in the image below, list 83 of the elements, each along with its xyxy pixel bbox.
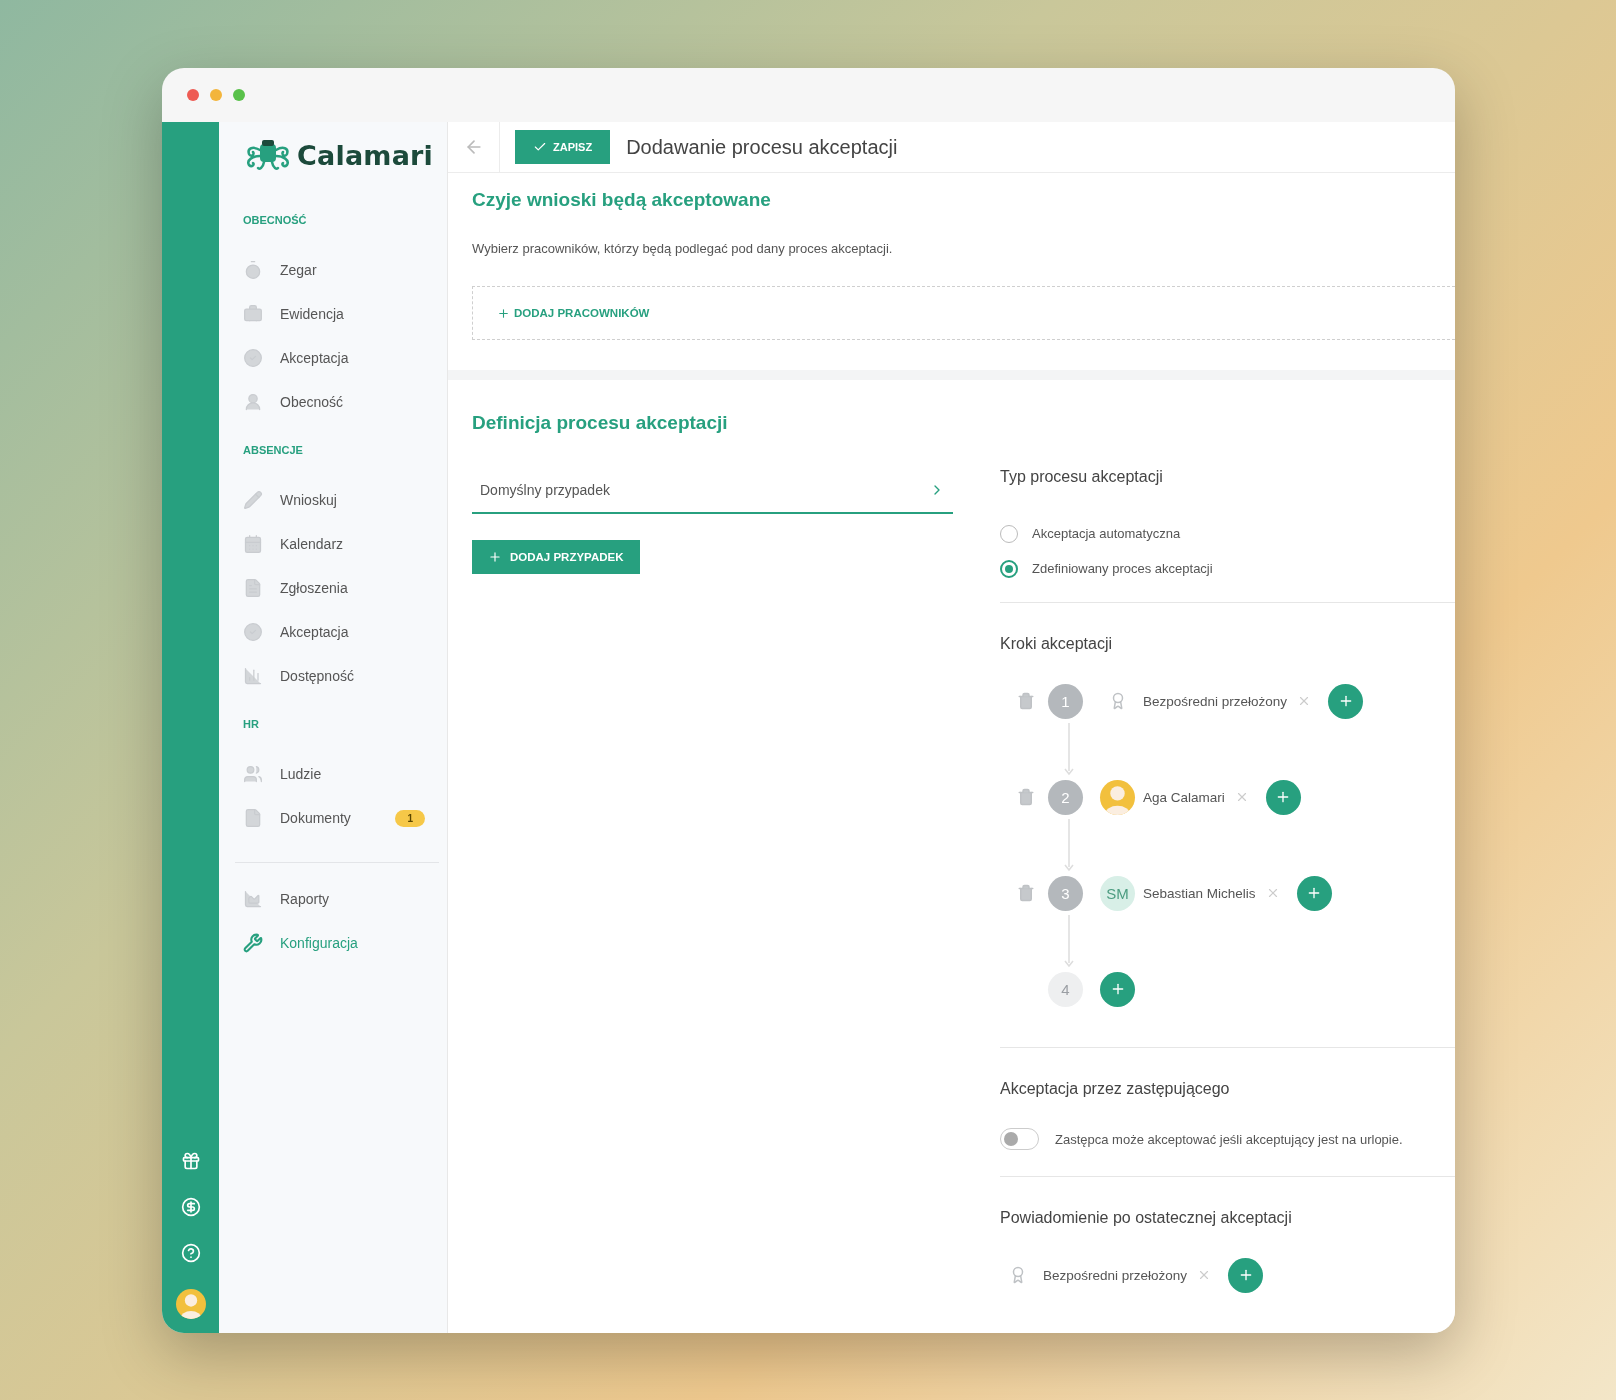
step-number: 2 [1048, 779, 1083, 815]
section-heading: HR [243, 718, 260, 730]
radio-button[interactable] [1000, 559, 1018, 578]
subsection-title: Powiadomienie po ostatecznej akceptacji [1000, 1209, 1293, 1227]
sidebar-item[interactable]: Dostępność [243, 654, 425, 698]
sidebar-label: Zgłoszenia [280, 580, 349, 596]
sidebar-label: Konfiguracja [280, 935, 359, 951]
sidebar-label: Akceptacja [280, 350, 350, 366]
gift-icon[interactable] [180, 1151, 201, 1171]
section-heading: ABSENCJE [243, 444, 304, 456]
page-title: Dodawanie procesu akceptacji [626, 135, 898, 159]
area-chart-icon [243, 889, 263, 909]
sidebar-label: Akceptacja [280, 624, 350, 640]
sidebar-item[interactable]: Raporty [243, 877, 425, 921]
user-avatar[interactable] [175, 1289, 206, 1319]
subsection-title: Kroki akceptacji [1000, 635, 1114, 653]
add-approver-button[interactable] [1328, 683, 1364, 719]
radio-button[interactable] [1000, 524, 1018, 543]
case-selector[interactable]: Domyślny przypadek [472, 468, 953, 514]
sidebar-item[interactable]: Zegar [243, 248, 425, 292]
section-description: Wybierz pracowników, którzy będą podlegać pod dany proces akceptacji. [472, 241, 894, 256]
sidebar-item[interactable]: Obecność [243, 380, 425, 424]
toggle-label: Zastępca może akceptować jeśli akceptujący jest na urlopie. [1055, 1131, 1403, 1147]
minimize-dot[interactable] [210, 89, 222, 101]
radio-option[interactable]: Akceptacja automatyczna [1000, 516, 1455, 551]
avatar [1100, 779, 1135, 815]
plus-icon [497, 306, 510, 320]
wrench-icon [243, 933, 263, 953]
sidebar-label: Obecność [280, 394, 345, 410]
sidebar-label: Raporty [280, 891, 331, 907]
sidebar-label: Dostępność [280, 668, 355, 684]
people-icon [243, 764, 263, 784]
sidebar-label: Wnioskuj [280, 492, 338, 508]
approver-name: Bezpośredni przełożony [1043, 1267, 1188, 1283]
person-icon [243, 392, 263, 412]
add-recipient-button[interactable] [1228, 1257, 1264, 1293]
sidebar-label: Kalendarz [280, 536, 345, 552]
sidebar-item[interactable]: Dokumenty 1 [243, 796, 425, 840]
approver-name: Aga Calamari [1143, 789, 1225, 805]
sidebar-label: Zegar [280, 262, 318, 278]
close-dot[interactable] [187, 89, 199, 101]
sidebar-item[interactable]: Ewidencja [243, 292, 425, 336]
sidebar-label: Ewidencja [280, 306, 345, 322]
document-icon [243, 578, 263, 598]
add-approver-button[interactable] [1296, 875, 1332, 911]
maximize-dot[interactable] [233, 89, 245, 101]
plus-icon [488, 550, 502, 564]
check-icon [533, 140, 547, 154]
sidebar-item[interactable]: Kalendarz [243, 522, 425, 566]
help-icon[interactable] [180, 1243, 201, 1263]
sidebar-item[interactable]: Zgłoszenia [243, 566, 425, 610]
check-circle-icon [243, 348, 263, 368]
radio-option[interactable]: Zdefiniowany proces akceptacji [1000, 551, 1455, 586]
subsection-title: Typ procesu akceptacji [1000, 468, 1164, 486]
sidebar-item[interactable]: Wnioskuj [243, 478, 425, 522]
sidebar-item[interactable]: Akceptacja [243, 336, 425, 380]
file-icon [243, 808, 263, 828]
subsection-title: Akceptacja przez zastępującego [1000, 1080, 1231, 1098]
add-approver-button[interactable] [1100, 971, 1135, 1007]
calendar-icon [243, 534, 263, 554]
add-approver-button[interactable] [1265, 779, 1301, 815]
bar-chart-icon [243, 666, 263, 686]
step-number: 3 [1048, 875, 1083, 911]
coins-icon[interactable] [180, 1197, 201, 1217]
avatar-initials: SM [1100, 875, 1135, 911]
briefcase-icon [243, 304, 263, 324]
count-badge: 1 [395, 809, 425, 827]
sidebar-item[interactable]: Ludzie [243, 752, 425, 796]
sidebar-label: Ludzie [280, 766, 323, 782]
sidebar-item[interactable]: Akceptacja [243, 610, 425, 654]
check-circle-icon [243, 622, 263, 642]
sidebar-label: Dokumenty [280, 810, 352, 826]
step-number: 4 [1048, 971, 1083, 1007]
section-title: Definicja procesu akceptacji [472, 412, 729, 434]
pencil-icon [243, 490, 263, 510]
section-heading: OBECNOŚĆ [243, 214, 308, 226]
timer-icon [243, 260, 263, 280]
logo-text: Calamari [297, 139, 434, 171]
section-title: Czyje wnioski będą akceptowane [472, 189, 772, 211]
approver-name: Sebastian Michelis [1143, 885, 1256, 901]
toggle-switch[interactable] [1000, 1128, 1039, 1150]
approver-name: Bezpośredni przełożony [1143, 693, 1288, 709]
step-number: 1 [1048, 683, 1083, 719]
